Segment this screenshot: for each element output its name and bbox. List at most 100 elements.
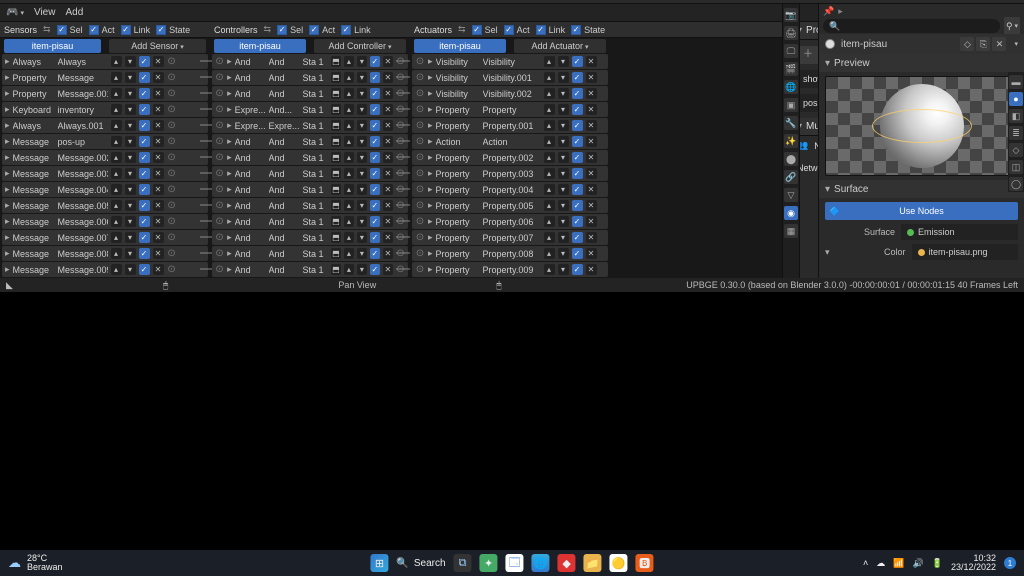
move-down-icon[interactable]: ▾ (125, 200, 136, 211)
state-label[interactable]: Sta 1 (302, 137, 327, 147)
active-checkbox[interactable]: ✓ (370, 248, 380, 259)
priority-icon[interactable]: ⬒ (331, 264, 341, 275)
brick-name[interactable]: Message.007 (58, 233, 108, 243)
move-up-icon[interactable]: ▴ (544, 104, 555, 115)
move-down-icon[interactable]: ▾ (357, 120, 367, 131)
link-out-icon[interactable]: ⊙ (396, 86, 405, 101)
delete-icon[interactable]: ✕ (153, 232, 164, 243)
link-out-icon[interactable]: ⊙ (167, 70, 177, 85)
active-checkbox[interactable]: ✓ (572, 72, 583, 83)
expand-icon[interactable]: ▸ (227, 104, 232, 115)
link-in-icon[interactable]: ⊙ (415, 70, 425, 85)
active-checkbox[interactable]: ✓ (139, 168, 150, 179)
expand-icon[interactable]: ▸ (5, 264, 10, 275)
brick-name[interactable]: Message.006 (58, 217, 108, 227)
expand-icon[interactable]: ▸ (428, 152, 433, 163)
brick-name[interactable]: Action (483, 137, 541, 147)
expand-icon[interactable]: ▸ (5, 168, 10, 179)
brick-name[interactable]: Property.002 (483, 153, 541, 163)
expand-icon[interactable]: ▸ (428, 216, 433, 227)
state-label[interactable]: Sta 1 (302, 249, 327, 259)
move-down-icon[interactable]: ▾ (125, 88, 136, 99)
brick-type[interactable]: Visibility (436, 89, 480, 99)
delete-icon[interactable]: ✕ (586, 104, 597, 115)
brick-name[interactable]: Visibility.001 (483, 73, 541, 83)
expand-icon[interactable]: ▸ (428, 232, 433, 243)
delete-icon[interactable]: ✕ (383, 216, 393, 227)
expand-icon[interactable]: ▸ (227, 136, 232, 147)
delete-icon[interactable]: ✕ (153, 56, 164, 67)
sensors-sel-checkbox[interactable]: ✓ (57, 25, 67, 35)
state-label[interactable]: Sta 1 (302, 233, 327, 243)
brick-name[interactable]: Message.009 (58, 265, 108, 275)
state-label[interactable]: Sta 1 (302, 121, 327, 131)
brick-type[interactable]: Visibility (436, 57, 480, 67)
link-out-icon[interactable]: ⊙ (167, 198, 177, 213)
link-out-icon[interactable]: ⊙ (167, 230, 177, 245)
active-checkbox[interactable]: ✓ (370, 200, 380, 211)
active-checkbox[interactable]: ✓ (139, 136, 150, 147)
brick-name[interactable]: Visibility.002 (483, 89, 541, 99)
move-up-icon[interactable]: ▴ (344, 104, 354, 115)
brick-name[interactable]: Property.009 (483, 265, 541, 275)
act-sel-checkbox[interactable]: ✓ (472, 25, 482, 35)
delete-icon[interactable]: ✕ (383, 152, 393, 163)
move-down-icon[interactable]: ▾ (558, 248, 569, 259)
delete-icon[interactable]: ✕ (586, 88, 597, 99)
active-checkbox[interactable]: ✓ (139, 200, 150, 211)
delete-icon[interactable]: ✕ (383, 248, 393, 259)
move-down-icon[interactable]: ▾ (125, 216, 136, 227)
move-up-icon[interactable]: ▴ (111, 232, 122, 243)
active-checkbox[interactable]: ✓ (572, 200, 583, 211)
link-in-icon[interactable]: ⊙ (415, 182, 425, 197)
expand-icon[interactable]: ▸ (5, 184, 10, 195)
state-label[interactable]: Sta 1 (302, 169, 327, 179)
move-up-icon[interactable]: ▴ (544, 232, 555, 243)
app-icon[interactable]: ✦ (480, 554, 498, 572)
menu-add[interactable]: Add (65, 7, 83, 18)
link-out-icon[interactable]: ⊙ (396, 134, 405, 149)
expand-icon[interactable]: ▸ (227, 152, 232, 163)
state-label[interactable]: Sta 1 (302, 217, 327, 227)
state-label[interactable]: Sta 1 (302, 153, 327, 163)
brick-name[interactable]: And (269, 201, 300, 211)
delete-icon[interactable]: ✕ (383, 56, 393, 67)
link-out-icon[interactable]: ⊙ (396, 246, 405, 261)
expand-icon[interactable]: ▸ (227, 184, 232, 195)
brick-type[interactable]: Action (436, 137, 480, 147)
link-in-icon[interactable]: ⊙ (215, 70, 224, 85)
active-checkbox[interactable]: ✓ (370, 72, 380, 83)
brick-name[interactable]: Property.004 (483, 185, 541, 195)
active-checkbox[interactable]: ✓ (572, 248, 583, 259)
brick-name[interactable]: And (269, 57, 300, 67)
brick-type[interactable]: Property (436, 185, 480, 195)
expand-icon[interactable]: ▸ (5, 120, 10, 131)
link-in-icon[interactable]: ⊙ (415, 230, 425, 245)
active-checkbox[interactable]: ✓ (370, 264, 380, 275)
brick-name[interactable]: Message.003 (58, 169, 108, 179)
taskbar-weather[interactable]: ☁ 28°CBerawan (0, 554, 71, 572)
edge-icon[interactable]: 🌐 (532, 554, 550, 572)
move-up-icon[interactable]: ▴ (544, 88, 555, 99)
expand-icon[interactable]: ▸ (428, 168, 433, 179)
link-in-icon[interactable]: ⊙ (215, 118, 224, 133)
link-in-icon[interactable]: ⊙ (415, 118, 425, 133)
move-up-icon[interactable]: ▴ (111, 120, 122, 131)
start-button[interactable]: ⊞ (370, 554, 388, 572)
link-in-icon[interactable]: ⊙ (415, 86, 425, 101)
notification-badge[interactable]: 1 (1004, 557, 1016, 569)
expand-icon[interactable]: ▸ (5, 152, 10, 163)
move-down-icon[interactable]: ▾ (357, 72, 367, 83)
sensors-collapse-icon[interactable]: ⇆ (43, 24, 51, 35)
priority-icon[interactable]: ⬒ (331, 72, 341, 83)
delete-icon[interactable]: ✕ (586, 184, 597, 195)
move-down-icon[interactable]: ▾ (125, 104, 136, 115)
link-in-icon[interactable]: ⊙ (215, 54, 224, 69)
brick-name[interactable]: Property.005 (483, 201, 541, 211)
surface-shader-select[interactable]: Emission (901, 224, 1018, 240)
delete-icon[interactable]: ✕ (586, 232, 597, 243)
active-checkbox[interactable]: ✓ (139, 264, 150, 275)
link-in-icon[interactable]: ⊙ (415, 198, 425, 213)
move-up-icon[interactable]: ▴ (111, 136, 122, 147)
priority-icon[interactable]: ⬒ (331, 248, 341, 259)
